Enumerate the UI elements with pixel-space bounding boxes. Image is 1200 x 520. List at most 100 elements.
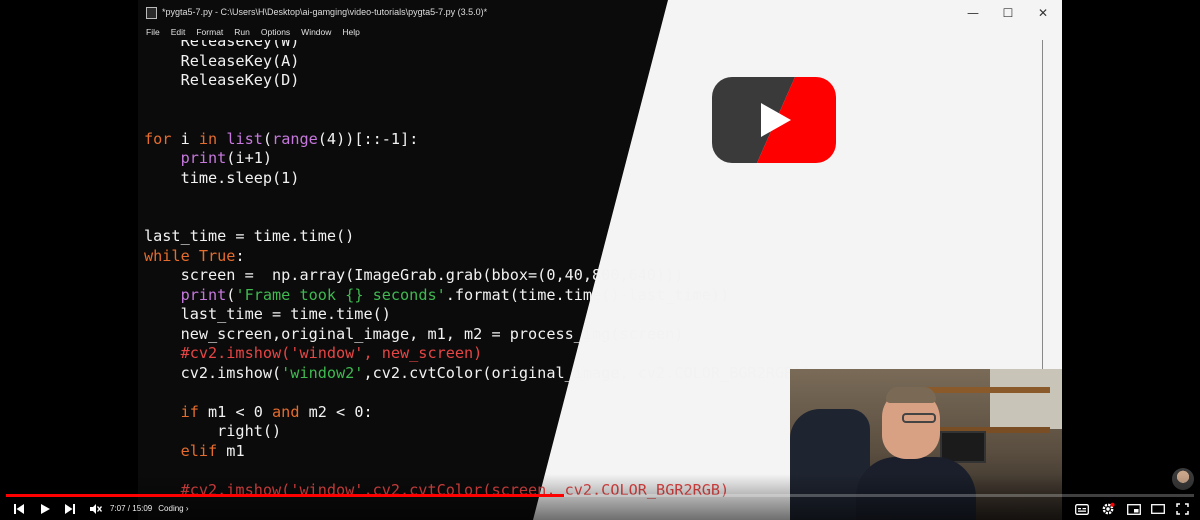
menu-edit: Edit — [170, 27, 186, 37]
code-token: ( — [262, 129, 273, 148]
mute-button[interactable] — [86, 500, 104, 518]
webcam-room-window — [990, 369, 1062, 429]
webcam-person-hair — [886, 387, 936, 403]
idle-app-icon — [146, 7, 157, 19]
next-button[interactable] — [61, 500, 79, 518]
code-token: : — [235, 246, 245, 265]
webcam-person-glasses — [902, 413, 936, 423]
code-token: print — [180, 149, 227, 167]
chapter-label[interactable]: Coding — [158, 504, 183, 513]
code-line: new_screen,original_image, m1, m2 = proc… — [144, 325, 1044, 345]
code-line: print(i+1) — [144, 149, 1044, 169]
menu-format: Format — [196, 27, 224, 37]
previous-icon — [14, 504, 24, 514]
code-line: while True: — [144, 247, 1044, 267]
editor-menubar: File Edit Format Run Options Window Help — [138, 26, 360, 40]
maximize-icon: ☐ — [1002, 6, 1014, 20]
youtube-play-button[interactable] — [712, 77, 836, 163]
code-line: #cv2.imshow('window', new_screen) — [144, 344, 1044, 364]
code-token: print — [180, 285, 227, 304]
code-token: ReleaseKey(W) — [144, 40, 300, 50]
subtitles-icon — [1075, 503, 1089, 515]
mute-icon — [89, 504, 102, 514]
code-line: for i in list(range(4))[::-1]: — [144, 130, 1044, 150]
code-token: m1 — [217, 441, 245, 460]
next-icon — [65, 504, 75, 514]
menu-help: Help — [342, 27, 360, 37]
editor-scrollbar-edge — [1042, 40, 1043, 370]
code-token: while — [144, 246, 190, 265]
code-line: ReleaseKey(D) — [144, 71, 1044, 91]
video-player[interactable]: *pygta5-7.py - C:\Users\H\Desktop\ai-gam… — [0, 0, 1200, 520]
code-line: last_time = time.time() — [144, 227, 1044, 247]
theater-button[interactable] — [1148, 500, 1168, 518]
menu-options: Options — [260, 27, 291, 37]
code-line: time.sleep(1) — [144, 169, 1044, 189]
code-token: range — [272, 129, 318, 148]
settings-button[interactable] — [1098, 500, 1118, 518]
code-token: ,cv2.cvtColor(original_image, cv2.COLOR_… — [363, 363, 812, 382]
code-token: and — [272, 402, 300, 421]
code-token: if — [180, 402, 199, 421]
play-button[interactable] — [36, 500, 54, 518]
fullscreen-button[interactable] — [1172, 500, 1192, 518]
editor-window-title: *pygta5-7.py - C:\Users\H\Desktop\ai-gam… — [162, 7, 488, 17]
chevron-right-icon: › — [185, 504, 189, 513]
code-token: for — [144, 129, 172, 148]
code-token: .format(time.time()-last_time)) — [445, 285, 730, 304]
code-line: screen = np.array(ImageGrab.grab(bbox=(0… — [144, 266, 1044, 286]
code-token: (4))[::-1]: — [317, 129, 419, 148]
time-display: 7:07 / 15:09 Coding › — [110, 504, 189, 513]
code-token: i — [171, 129, 199, 148]
time-display-text: 7:07 / 15:09 — [110, 504, 153, 513]
play-icon — [41, 504, 50, 514]
menu-file: File — [146, 27, 160, 37]
progress-played — [6, 494, 565, 497]
menu-run: Run — [234, 27, 250, 37]
subtitles-button[interactable] — [1072, 500, 1092, 518]
code-token: list — [226, 129, 263, 148]
progress-bar[interactable] — [6, 494, 1194, 497]
code-token: 'window2' — [281, 363, 364, 382]
play-icon — [761, 103, 791, 137]
code-token: ReleaseKey(A) — [144, 51, 300, 70]
code-token: new_screen,original_image, m1, m2 = proc… — [144, 324, 684, 343]
miniplayer-button[interactable] — [1124, 500, 1144, 518]
theater-icon — [1151, 504, 1165, 514]
minimize-icon: — — [967, 6, 979, 20]
menu-window: Window — [301, 27, 332, 37]
previous-button[interactable] — [10, 500, 28, 518]
code-token: 'Frame took {} seconds' — [235, 285, 446, 304]
miniplayer-icon — [1127, 503, 1141, 515]
code-token: time.sleep(1) — [144, 168, 300, 187]
code-token: last_time = time.time() — [144, 227, 355, 245]
code-token: screen = np.array(ImageGrab.grab(bbox=(0… — [144, 266, 684, 284]
code-token: elif — [180, 441, 218, 460]
code-line: ReleaseKey(W) — [144, 40, 1044, 52]
controls-gradient — [0, 474, 1200, 520]
code-token: True — [198, 246, 236, 265]
code-line: last_time = time.time() — [144, 305, 1044, 325]
settings-icon — [1102, 502, 1115, 515]
code-token: right() — [144, 422, 282, 440]
fullscreen-icon — [1175, 503, 1189, 515]
code-token: m1 < 0 — [198, 402, 273, 421]
close-icon: ✕ — [1037, 6, 1049, 20]
code-token: ReleaseKey(D) — [144, 71, 300, 89]
code-token: (i+1) — [226, 149, 273, 167]
code-line: ReleaseKey(A) — [144, 52, 1044, 72]
code-token: in — [198, 129, 218, 148]
code-line: print('Frame took {} seconds'.format(tim… — [144, 286, 1044, 306]
code-token: last_time = time.time() — [144, 305, 391, 323]
code-token: m2 < 0: — [299, 402, 373, 421]
